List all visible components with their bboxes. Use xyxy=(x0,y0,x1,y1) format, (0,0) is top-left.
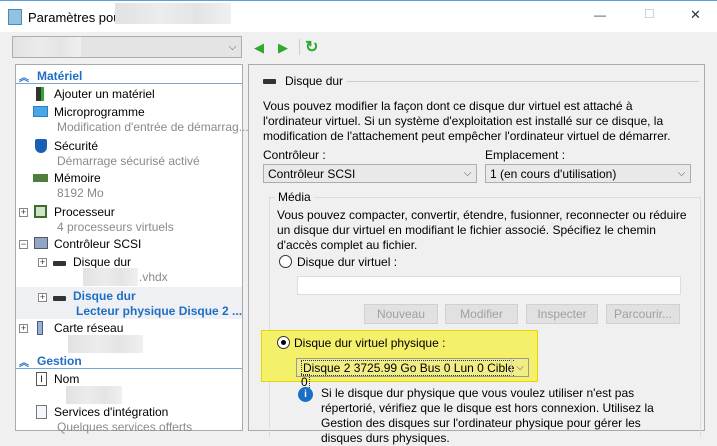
section-hardware[interactable]: ︽ Matériel xyxy=(16,69,242,84)
section-hardware-label: Matériel xyxy=(37,69,83,83)
hard-disk-icon xyxy=(53,296,66,301)
browse-button[interactable]: Parcourir... xyxy=(606,304,680,324)
panel-title-divider xyxy=(347,81,699,82)
inspect-button[interactable]: Inspecter xyxy=(526,304,598,324)
settings-tree: ︽ Matériel Ajouter un matériel Microprog… xyxy=(15,64,249,434)
tree-item-label: Services d'intégration xyxy=(54,405,169,419)
minimize-button[interactable]: — xyxy=(594,8,606,22)
controller-select[interactable]: Contrôleur SCSI ⌵ xyxy=(263,164,477,183)
virtual-disk-radio[interactable] xyxy=(279,255,292,268)
physical-disk-radio-label: Disque dur virtuel physique : xyxy=(294,336,446,350)
expand-icon[interactable]: + xyxy=(19,324,28,333)
section-management-label: Gestion xyxy=(37,354,82,368)
close-button[interactable]: ✕ xyxy=(690,7,701,23)
panel-description: Vous pouvez modifier la façon dont ce di… xyxy=(263,99,671,143)
physical-disk-select[interactable]: Disque 2 3725.99 Go Bus 0 Lun 0 Cible 0 … xyxy=(296,358,529,390)
monitor-icon xyxy=(33,106,48,117)
shield-icon xyxy=(35,139,47,153)
new-button[interactable]: Nouveau xyxy=(364,304,438,324)
edit-button[interactable]: Modifier xyxy=(445,304,518,324)
location-select[interactable]: 1 (en cours d'utilisation) ⌵ xyxy=(485,164,691,183)
location-value: 1 (en cours d'utilisation) xyxy=(490,167,617,181)
tree-item-sub: Lecteur physique Disque 2 ... xyxy=(76,304,243,318)
tree-item-sub: 8192 Mo xyxy=(57,186,104,200)
tree-item-label: Microprogramme xyxy=(54,105,145,119)
vm-name-redacted xyxy=(115,3,231,24)
hard-disk-icon xyxy=(53,261,66,266)
network-adapter-icon xyxy=(37,321,43,335)
back-button[interactable]: ◀ xyxy=(254,40,264,56)
tree-item-label: Disque dur xyxy=(73,255,132,269)
section-management[interactable]: ︽ Gestion xyxy=(16,354,242,369)
tree-item-sub: Quelques services offerts xyxy=(57,420,193,434)
tree-item-label: Disque dur xyxy=(73,289,136,303)
name-icon: I xyxy=(36,372,47,386)
integration-services-icon xyxy=(36,405,47,419)
panel-title: Disque dur xyxy=(285,74,344,88)
location-label: Emplacement : xyxy=(485,148,566,162)
virtual-disk-radio-label: Disque dur virtuel : xyxy=(297,255,398,269)
expand-icon[interactable]: + xyxy=(19,208,28,217)
title-bar: Paramètres pour — ☐ ✕ xyxy=(0,0,717,32)
vm-select-combo[interactable]: ⌵ xyxy=(12,36,242,58)
tree-item-label: Sécurité xyxy=(54,139,99,153)
chevron-down-icon: ⌵ xyxy=(463,168,472,179)
processor-icon xyxy=(34,205,47,218)
forward-button[interactable]: ▶ xyxy=(278,40,288,56)
controller-icon xyxy=(34,237,48,249)
maximize-button[interactable]: ☐ xyxy=(644,7,655,21)
expand-icon[interactable]: + xyxy=(38,293,47,302)
physical-disk-radio[interactable] xyxy=(277,336,290,349)
window-title: Paramètres pour xyxy=(28,10,125,25)
chevron-down-icon: ⌵ xyxy=(677,168,686,179)
virtual-disk-path-input[interactable] xyxy=(297,276,681,295)
hard-disk-settings-panel: Disque dur Vous pouvez modifier la façon… xyxy=(248,64,705,445)
tree-item-label: Contrôleur SCSI xyxy=(54,237,142,251)
network-name-redacted xyxy=(68,335,143,353)
vhdx-name-redacted xyxy=(83,268,138,286)
expand-icon[interactable]: + xyxy=(38,258,47,267)
tree-item-label: Carte réseau xyxy=(54,321,124,335)
tree-item-label: Processeur xyxy=(54,205,115,219)
memory-icon xyxy=(33,174,48,182)
info-icon: i xyxy=(298,387,313,402)
info-text: Si le disque dur physique que vous voule… xyxy=(321,386,654,445)
chevron-down-icon: ⌵ xyxy=(228,42,237,53)
media-label: Média xyxy=(275,190,314,204)
controller-label: Contrôleur : xyxy=(263,148,326,162)
tree-item-label: Nom xyxy=(54,372,80,386)
settings-app-icon xyxy=(8,9,22,25)
hard-disk-icon xyxy=(263,79,276,84)
controller-value: Contrôleur SCSI xyxy=(268,167,356,181)
add-hardware-icon xyxy=(36,87,44,101)
tree-item-label: Mémoire xyxy=(54,171,101,185)
tree-item-label: Ajouter un matériel xyxy=(54,87,155,101)
collapse-icon[interactable]: − xyxy=(19,240,28,249)
media-description: Vous pouvez compacter, convertir, étendr… xyxy=(277,208,687,252)
tree-item-sub: Démarrage sécurisé activé xyxy=(57,154,200,168)
refresh-button[interactable]: ↻ xyxy=(305,37,318,57)
tree-item-sub: .vhdx xyxy=(139,270,168,284)
tree-item-sub: Modification d'entrée de démarrag... xyxy=(57,120,249,134)
tree-item-hard-disk-physical[interactable]: + Disque dur Lecteur physique Disque 2 .… xyxy=(16,287,242,319)
vm-select-value-redacted xyxy=(13,37,81,57)
toolbar-divider xyxy=(299,39,300,55)
chevron-down-icon: ⌵ xyxy=(511,359,528,376)
vm-name-redacted xyxy=(66,386,122,404)
tree-item-sub: 4 processeurs virtuels xyxy=(57,220,174,234)
